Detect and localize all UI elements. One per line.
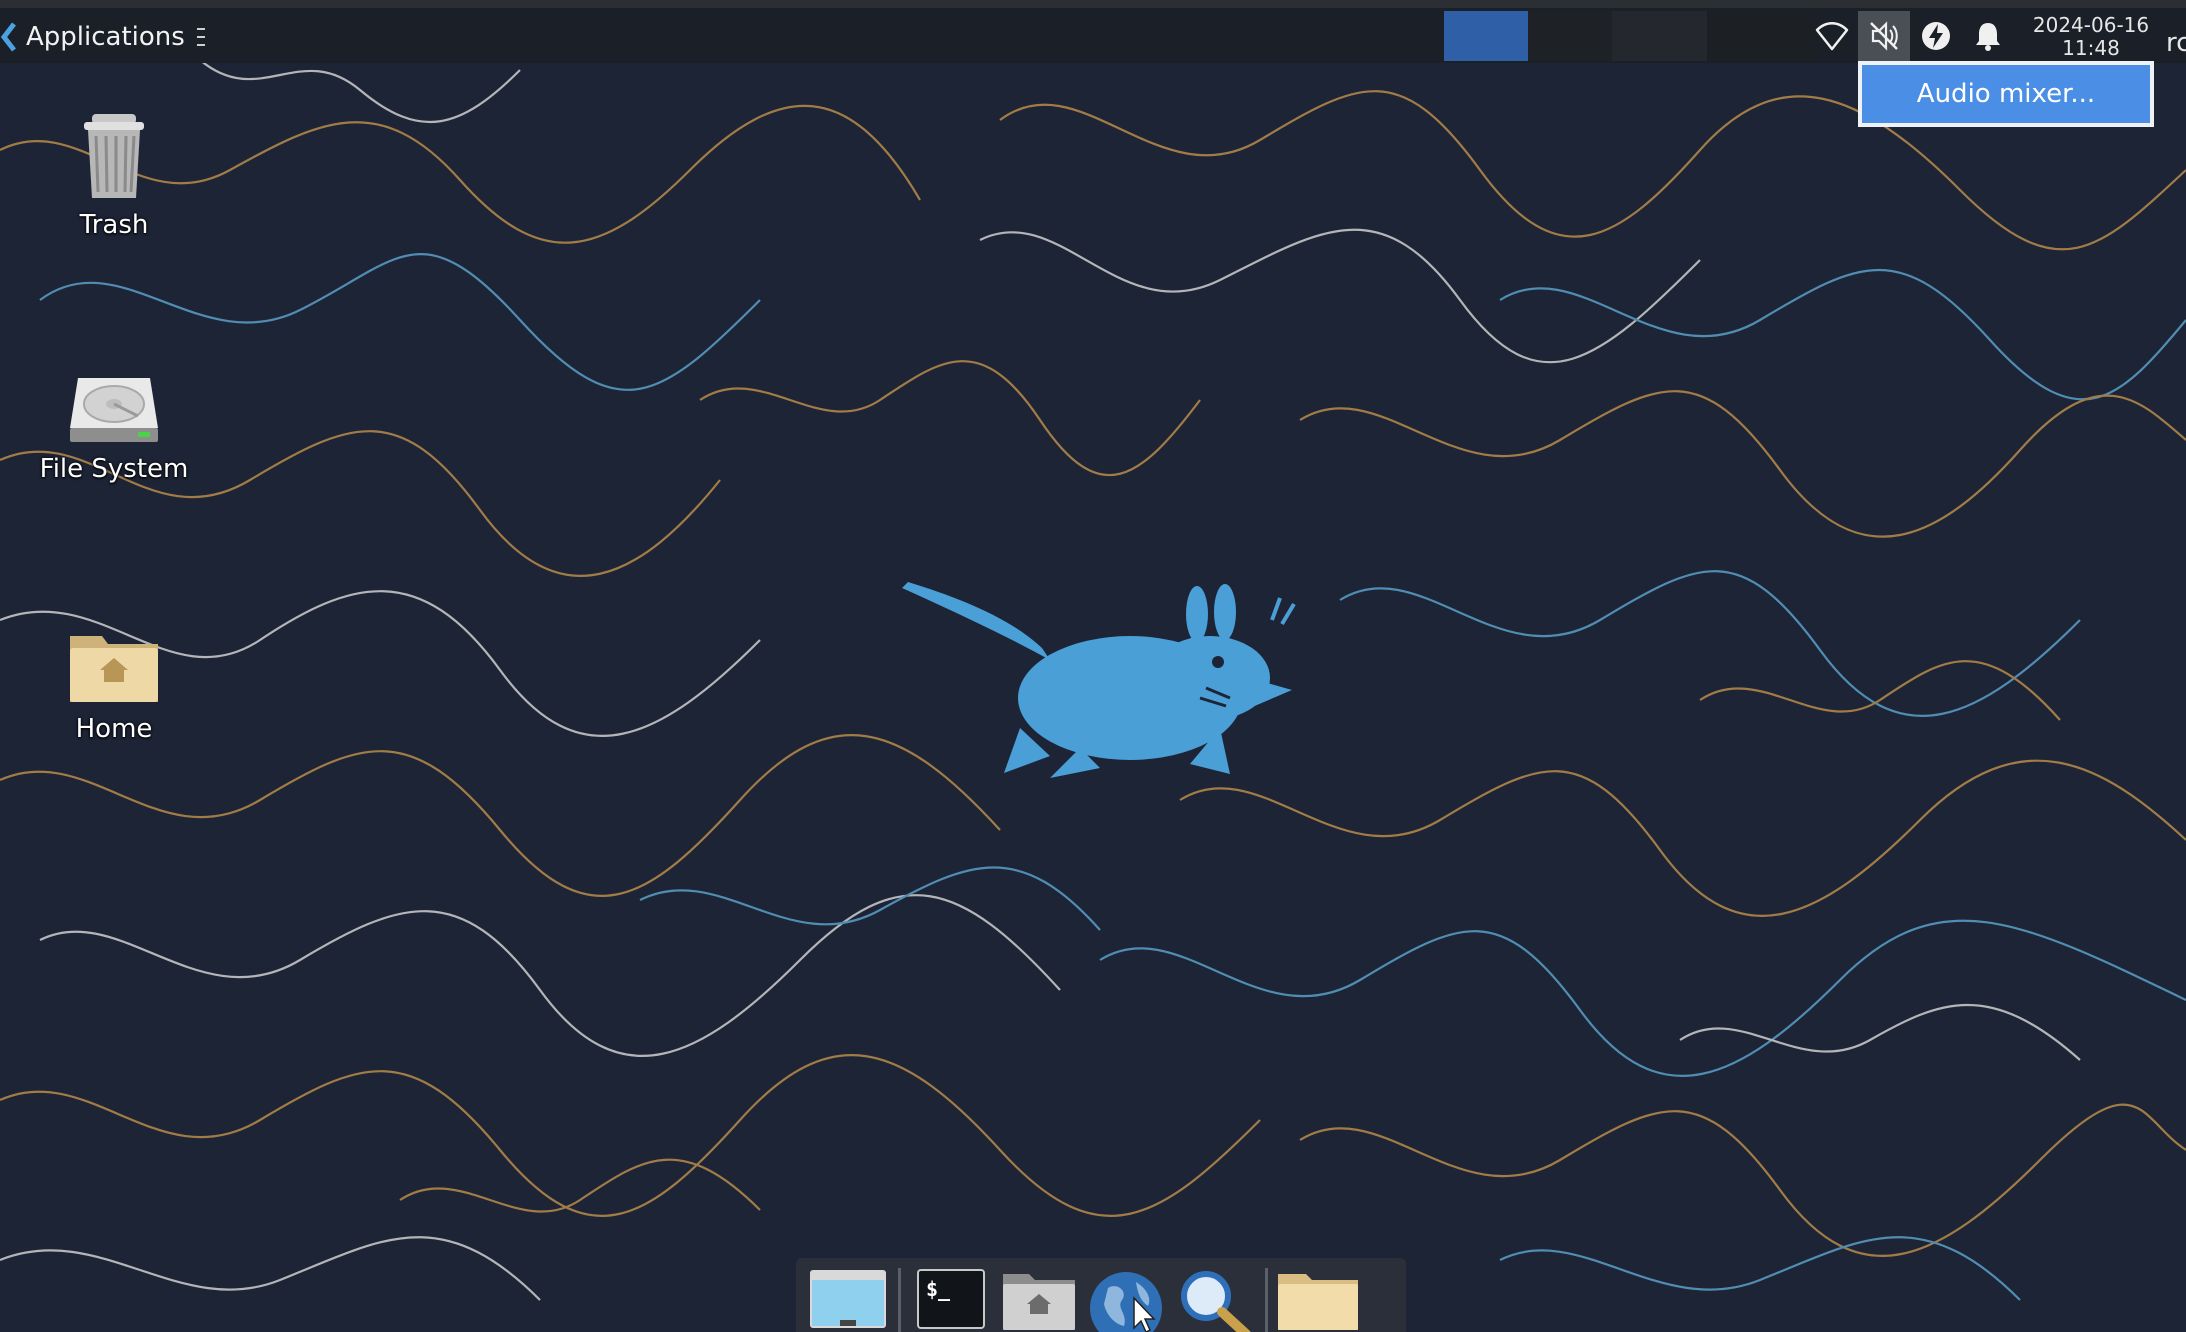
dock-show-desktop[interactable] bbox=[804, 1258, 892, 1332]
workspace-3[interactable] bbox=[1612, 11, 1707, 61]
audio-tray-button[interactable] bbox=[1858, 11, 1910, 61]
notification-bell-icon bbox=[1976, 23, 2000, 51]
clock-date: 2024-06-16 bbox=[2032, 13, 2150, 37]
top-panel: Applications 2024-06-16 11:48 rc bbox=[0, 0, 2186, 63]
audio-popup-menu: Audio mixer... bbox=[1858, 61, 2154, 127]
xfce-mouse-mascot bbox=[902, 582, 1296, 778]
dock-web-browser[interactable] bbox=[1083, 1258, 1171, 1332]
clock-time: 11:48 bbox=[2062, 36, 2120, 60]
applications-label: Applications bbox=[26, 22, 185, 52]
desktop-icon-file-system[interactable]: File System bbox=[14, 372, 214, 484]
wifi-icon bbox=[1815, 22, 1849, 51]
dock-separator bbox=[1265, 1268, 1268, 1332]
workspace-4[interactable] bbox=[1707, 11, 1815, 61]
network-tray-button[interactable] bbox=[1806, 11, 1858, 61]
user-menu-label[interactable]: rc bbox=[2166, 28, 2186, 58]
panel-clock[interactable]: 2024-06-16 11:48 bbox=[2026, 14, 2156, 60]
power-tray-button[interactable] bbox=[1910, 11, 1962, 61]
web-browser-icon bbox=[1090, 1272, 1162, 1332]
desktop-icon-trash[interactable]: Trash bbox=[14, 112, 214, 240]
home-folder-icon bbox=[1003, 1274, 1075, 1330]
system-tray bbox=[1806, 11, 2014, 61]
terminal-icon: $_ bbox=[917, 1269, 985, 1329]
trash-icon bbox=[84, 114, 144, 198]
applications-menu-button[interactable]: Applications bbox=[0, 16, 205, 58]
file-system-label: File System bbox=[39, 454, 189, 484]
dock-home-folder[interactable] bbox=[995, 1258, 1083, 1332]
search-icon bbox=[1181, 1271, 1251, 1332]
dock-search[interactable] bbox=[1171, 1258, 1259, 1332]
svg-text:$_: $_ bbox=[926, 1277, 951, 1301]
power-icon bbox=[1922, 22, 1950, 50]
panel-handle-icon[interactable] bbox=[196, 28, 205, 46]
workspace-2[interactable] bbox=[1528, 11, 1612, 61]
trash-label: Trash bbox=[79, 210, 149, 240]
folder-icon bbox=[1278, 1274, 1358, 1330]
workspace-1[interactable] bbox=[1444, 11, 1528, 61]
workspace-switcher bbox=[1444, 11, 1815, 61]
bottom-dock: $_ bbox=[796, 1258, 1406, 1332]
hard-drive-icon bbox=[70, 378, 158, 442]
home-label: Home bbox=[75, 714, 153, 744]
dock-separator bbox=[898, 1268, 901, 1332]
dock-folder[interactable] bbox=[1274, 1258, 1362, 1332]
home-folder-icon bbox=[70, 636, 158, 702]
show-desktop-icon bbox=[810, 1270, 886, 1328]
audio-muted-icon bbox=[1870, 21, 1898, 51]
desktop[interactable]: Trash File System Home Applications 2024… bbox=[0, 0, 2186, 1332]
xfce-logo-icon bbox=[0, 22, 16, 52]
audio-mixer-menu-item[interactable]: Audio mixer... bbox=[1862, 65, 2150, 123]
notifications-tray-button[interactable] bbox=[1962, 11, 2014, 61]
dock-terminal[interactable]: $_ bbox=[907, 1258, 995, 1332]
desktop-icon-home[interactable]: Home bbox=[14, 626, 214, 744]
